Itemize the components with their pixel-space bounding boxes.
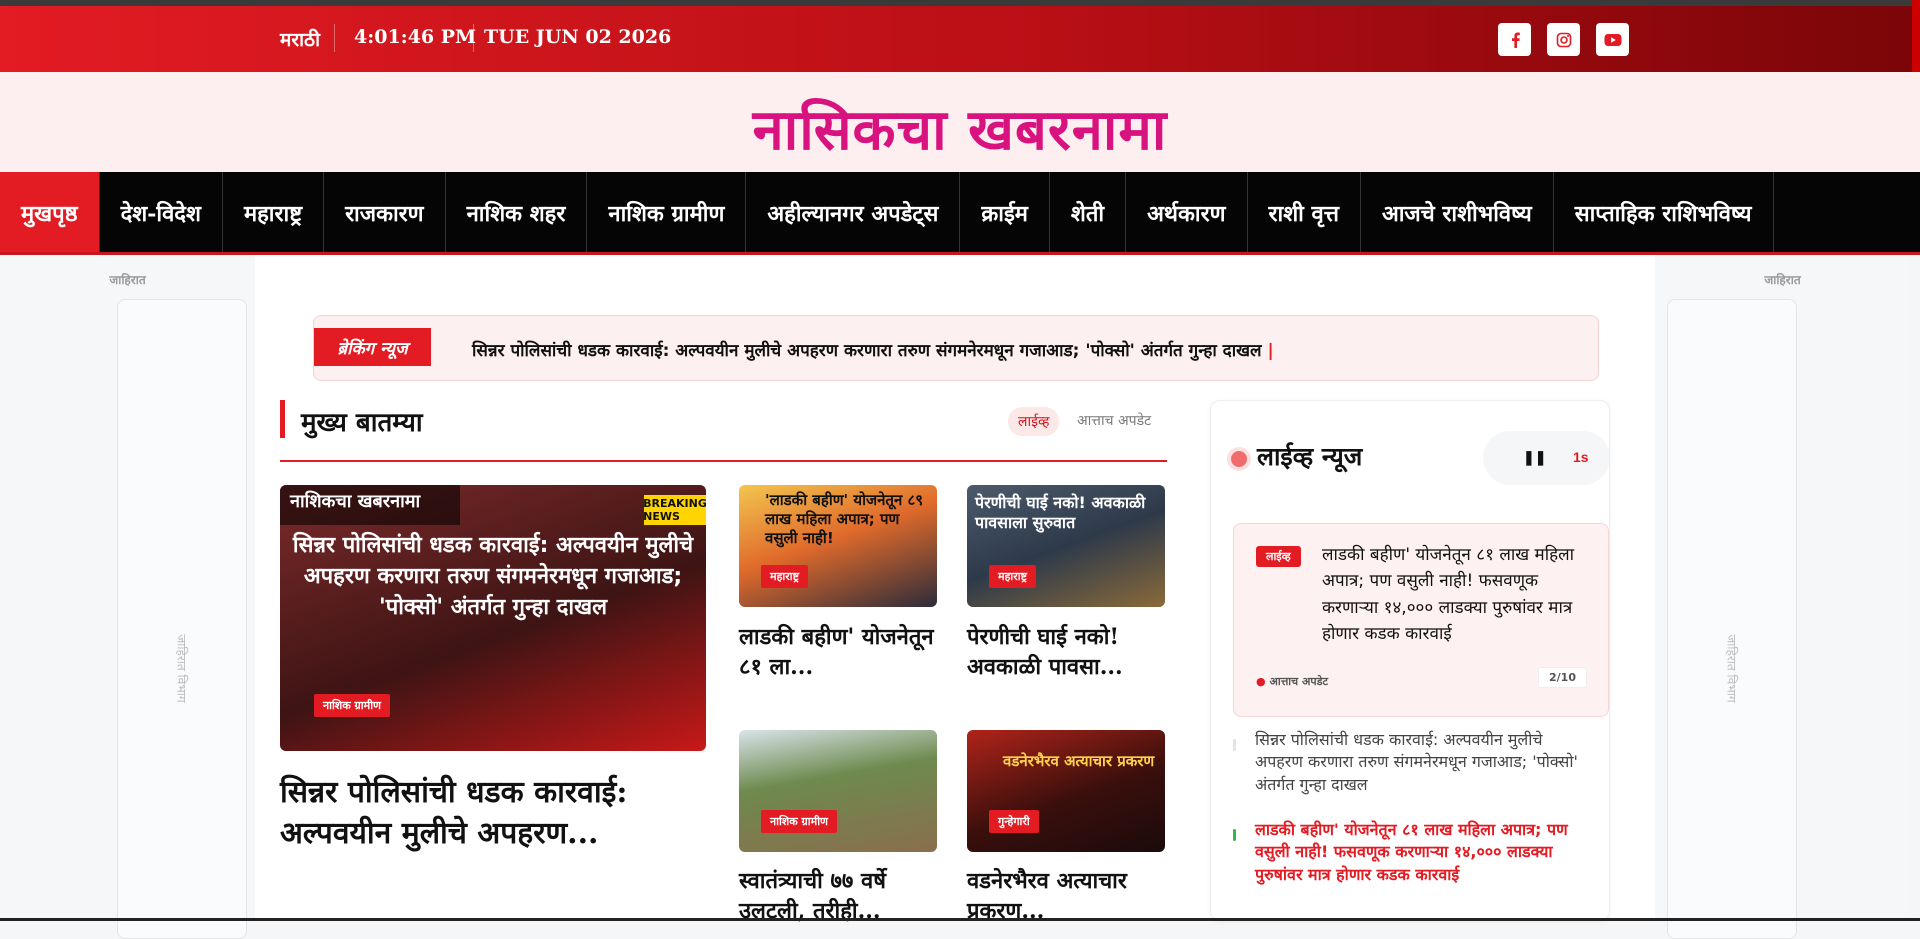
list-bullet (1233, 739, 1236, 751)
main-content: ब्रेकिंग न्यूज सिन्नर पोलिसांची धडक कारव… (255, 255, 1655, 921)
ticker-cursor: | (1267, 341, 1273, 361)
live-current-item[interactable]: लाईव्ह लाडकी बहीण' योजनेतून ८१ लाख महिला… (1233, 523, 1609, 717)
image-headline-overlay: सिन्नर पोलिसांची धडक कारवाई: अल्पवयीन मु… (280, 525, 706, 629)
section-title: मुख्य बातम्या (301, 403, 423, 439)
ad-placeholder-text: जाहिरात विभाग (1724, 634, 1741, 702)
nav-item-7[interactable]: क्राईम (960, 172, 1050, 254)
section-rule (280, 460, 1167, 462)
clock-time: 4:01:46 PM (354, 26, 476, 48)
site-logo-title[interactable]: नासिकचा खबरनामा (753, 90, 1168, 166)
nav-item-5[interactable]: नाशिक ग्रामीण (587, 172, 746, 254)
nav-item-0[interactable]: मुखपृष्ठ (0, 172, 100, 254)
facebook-icon[interactable] (1498, 23, 1531, 56)
image-headline-overlay: 'लाडकी बहीण' योजनेतून ८९ लाख महिला अपात्… (759, 487, 937, 551)
category-tag[interactable]: नाशिक ग्रामीण (314, 694, 390, 717)
breaking-headline-text: सिन्नर पोलिसांची धडक कारवाई: अल्पवयीन मु… (472, 341, 1262, 361)
ad-label: जाहिरात (1655, 271, 1910, 288)
pause-icon[interactable]: ❚❚ (1523, 449, 1546, 466)
right-ad-column: जाहिरात जाहिरात विभाग (1655, 255, 1910, 921)
live-badge: लाईव्ह (1256, 546, 1301, 567)
featured-headline[interactable]: सिन्नर पोलिसांची धडक कारवाई: अल्पवयीन मु… (280, 773, 720, 854)
main-navigation: मुखपृष्ठदेश-विदेशमहाराष्ट्रराजकारणनाशिक … (0, 172, 1920, 254)
image-headline-overlay: पेरणीची घाई नको! अवकाळी पावसाला सुरुवात (969, 489, 1165, 537)
right-ad-slot[interactable]: जाहिरात विभाग (1667, 299, 1797, 939)
ad-label: जाहिरात (0, 271, 255, 288)
breaking-badge: ब्रेकिंग न्यूज (314, 328, 431, 366)
update-status: आत्ताच अपडेट (1077, 411, 1151, 430)
topbar-separator (473, 24, 474, 52)
category-tag[interactable]: महाराष्ट्र (989, 565, 1036, 588)
nav-item-4[interactable]: नाशिक शहर (446, 172, 588, 254)
live-pill: लाईव्ह (1008, 407, 1059, 436)
speed-toggle[interactable]: 1s (1573, 449, 1589, 465)
language-switch[interactable]: मराठी (280, 26, 320, 52)
news-card-image[interactable]: 'लाडकी बहीण' योजनेतून ८९ लाख महिला अपात्… (739, 485, 937, 607)
live-indicator-dot (1231, 451, 1247, 467)
news-card-image[interactable]: नाशिक ग्रामीण (739, 730, 937, 852)
image-channel-logo: नाशिकचा खबरनामा (280, 485, 460, 525)
red-dot-icon: ● (1256, 675, 1266, 688)
left-ad-column: जाहिरात जाहिरात विभाग (0, 255, 255, 921)
live-current-text: लाडकी बहीण' योजनेतून ८१ लाख महिला अपात्र… (1322, 542, 1592, 647)
image-headline-overlay: वडनेरभैरव अत्याचार प्रकरण (997, 748, 1160, 775)
live-update-status: ● आत्ताच अपडेट (1256, 674, 1328, 689)
category-tag[interactable]: महाराष्ट्र (761, 565, 808, 588)
nav-item-9[interactable]: अर्थकारण (1126, 172, 1247, 254)
top-bar: मराठी 4:01:46 PM TUE JUN 02 2026 (0, 6, 1920, 72)
nav-item-3[interactable]: राजकारण (324, 172, 446, 254)
news-card-image[interactable]: पेरणीची घाई नको! अवकाळी पावसाला सुरुवात … (967, 485, 1165, 607)
ad-placeholder-text: जाहिरात विभाग (174, 634, 191, 702)
instagram-icon[interactable] (1547, 23, 1580, 56)
masthead: नासिकचा खबरनामा (0, 72, 1920, 172)
nav-item-8[interactable]: शेती (1050, 172, 1126, 254)
left-ad-slot[interactable]: जाहिरात विभाग (117, 299, 247, 939)
nav-item-2[interactable]: महाराष्ट्र (223, 172, 324, 254)
live-update-text: आत्ताच अपडेट (1269, 675, 1328, 688)
current-date: TUE JUN 02 2026 (484, 26, 671, 48)
topbar-separator (334, 24, 335, 52)
breaking-headline[interactable]: सिन्नर पोलिसांची धडक कारवाई: अल्पवयीन मु… (472, 338, 1274, 361)
category-tag[interactable]: नाशिक ग्रामीण (761, 810, 837, 833)
youtube-icon[interactable] (1596, 23, 1629, 56)
nav-item-10[interactable]: राशी वृत्त (1248, 172, 1361, 254)
live-counter: 2/10 (1538, 667, 1587, 688)
live-news-title: लाईव्ह न्यूज (1257, 439, 1362, 473)
ticker-controls: ❚❚ 1s (1483, 431, 1610, 485)
active-bullet (1233, 829, 1236, 841)
nav-item-11[interactable]: आजचे राशीभविष्य (1361, 172, 1554, 254)
news-card-title[interactable]: लाडकी बहीण' योजनेतून ८१ ला... (739, 623, 939, 682)
category-tag[interactable]: गुन्हेगारी (989, 810, 1039, 833)
nav-item-12[interactable]: साप्ताहिक राशिभविष्य (1554, 172, 1774, 254)
live-list-item[interactable]: सिन्नर पोलिसांची धडक कारवाई: अल्पवयीन मु… (1255, 729, 1595, 796)
breaking-news-ticker[interactable]: ब्रेकिंग न्यूज सिन्नर पोलिसांची धडक कारव… (313, 315, 1599, 381)
nav-item-6[interactable]: अहील्यानगर अपडेट्स (746, 172, 960, 254)
live-list-item-active[interactable]: लाडकी बहीण' योजनेतून ८१ लाख महिला अपात्र… (1255, 819, 1595, 886)
live-news-panel: लाईव्ह न्यूज ❚❚ 1s लाईव्ह लाडकी बहीण' यो… (1210, 400, 1610, 921)
nav-item-1[interactable]: देश-विदेश (100, 172, 223, 254)
image-breaking-badge: BREAKING NEWS (644, 495, 706, 525)
news-card-title[interactable]: पेरणीची घाई नको! अवकाळी पावसा... (967, 623, 1167, 682)
featured-news-image[interactable]: नाशिकचा खबरनामा BREAKING NEWS सिन्नर पोल… (280, 485, 706, 751)
news-card-image[interactable]: वडनेरभैरव अत्याचार प्रकरण गुन्हेगारी (967, 730, 1165, 852)
section-accent-bar (280, 400, 285, 438)
